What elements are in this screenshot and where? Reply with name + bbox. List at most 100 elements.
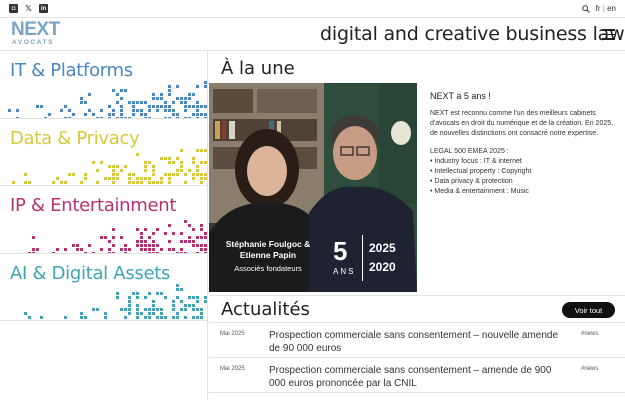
pattern-pixel [200,113,203,116]
news-title[interactable]: Prospection commerciale sans consentemen… [269,364,569,390]
pattern-pixel [196,109,199,112]
pattern-pixel [84,319,87,321]
founders-photo[interactable]: Stéphanie Foulgoc & Etienne Papin Associ… [209,83,417,292]
hamburger-menu-icon[interactable] [602,29,615,40]
pattern-pixel [116,164,119,168]
pattern-pixel [88,109,91,112]
search-icon[interactable] [581,4,590,13]
pattern-pixel [196,307,199,311]
main-content: À la une Stéphanie Foulgoc & Etienne Pap… [209,51,625,400]
news-item[interactable]: Mai 2025 Prospection commerciale sans co… [209,323,625,358]
pattern-pixel [184,180,187,184]
pattern-pixel [120,319,123,321]
pattern-pixel [184,315,187,319]
pattern-pixel [192,307,195,311]
pattern-pixel [200,172,203,176]
featured-paragraph: NEXT est reconnu comme l'un des meilleur… [430,110,614,137]
pattern-pixel [176,156,179,160]
pattern-pixel [196,172,199,176]
pattern-pixel [156,228,159,231]
pattern-pixel [80,315,83,319]
pattern-pixel [112,164,115,168]
pattern-pixel [160,248,163,251]
x-icon[interactable]: 𝕏 [24,4,33,13]
pattern-pixel [148,319,151,321]
section-title: IP & Entertainment [10,195,177,216]
pattern-pixel [152,172,155,176]
pattern-pixel [68,109,71,112]
pattern-pixel [152,303,155,307]
pattern-pixel [152,248,155,251]
pattern-pixel [96,168,99,172]
pattern-pixel [140,176,143,180]
pattern-pixel [144,228,147,231]
pattern-pixel [204,244,207,247]
pattern-pixel [112,113,115,116]
pattern-pixel [168,224,171,227]
five-years-badge: 5 ANS 2025 2020 [331,235,411,283]
pattern-pixel [180,101,183,104]
pattern-pixel [124,319,127,321]
pattern-pixel [144,113,147,116]
pattern-pixel [192,176,195,180]
pattern-pixel [136,244,139,247]
pattern-pixel [168,180,171,184]
voir-tout-button[interactable]: Voir tout [562,302,615,318]
pattern-pixel [28,180,31,184]
pattern-pixel [184,109,187,112]
instagram-icon[interactable]: ◘ [9,4,18,13]
pattern-pixel [72,172,75,176]
next-avocats-logo[interactable]: NEXT AVOCATS [11,19,65,47]
pattern-pixel [104,176,107,180]
pattern-pixel [144,176,147,180]
pattern-pixel [172,307,175,311]
pattern-pixel [184,105,187,108]
badge-word: ANS [333,267,356,276]
list-item: • Intellectual property : Copyright [430,168,532,175]
pattern-pixel [204,319,207,321]
top-utility-bar: ◘ 𝕏 in fr | en [0,0,625,18]
pattern-pixel [204,236,207,239]
pattern-pixel [204,176,207,180]
pattern-pixel [140,240,143,243]
pattern-pixel [100,248,103,251]
pattern-pixel [176,295,179,299]
pattern-pixel [152,105,155,108]
news-tag[interactable]: #news [581,331,598,337]
pattern-pixel [196,148,199,152]
pattern-pixel [156,180,159,184]
pattern-pixel [192,240,195,243]
pattern-pixel [148,248,151,251]
pattern-pixel [152,93,155,96]
pattern-pixel [200,319,203,321]
pattern-pixel [184,101,187,104]
founder-names-line-1: Stéphanie Foulgoc & [225,239,311,249]
section-data-privacy[interactable]: Data & Privacy [0,119,207,186]
pattern-pixel [188,236,191,239]
pattern-pixel [200,180,203,184]
news-item[interactable]: Mai 2025 Prospection commerciale sans co… [209,358,625,393]
pattern-pixel [168,172,171,176]
lang-fr-link[interactable]: fr [596,4,601,13]
pattern-pixel [196,113,199,116]
pattern-pixel [156,105,159,108]
logo-main-text: NEXT [11,19,60,40]
section-ai-digital-assets[interactable]: AI & Digital Assets [0,254,207,321]
a-la-une-heading: À la une [221,58,295,79]
pattern-pixel [148,291,151,295]
pattern-pixel [140,180,143,184]
lang-en-link[interactable]: en [607,4,616,13]
news-date: Mai 2025 [220,366,245,372]
news-title[interactable]: Prospection commerciale sans consentemen… [269,329,569,355]
pattern-pixel [84,113,87,116]
pattern-pixel [48,113,51,116]
featured-title[interactable]: NEXT a 5 ans ! [430,91,620,101]
pattern-pixel [204,172,207,176]
linkedin-icon[interactable]: in [39,4,48,13]
pattern-pixel [128,299,131,303]
section-it-platforms[interactable]: IT & Platforms [0,51,207,119]
news-tag[interactable]: #news [581,366,598,372]
pattern-pixel [184,303,187,307]
pattern-pixel [180,287,183,291]
section-ip-entertainment[interactable]: IP & Entertainment [0,186,207,254]
